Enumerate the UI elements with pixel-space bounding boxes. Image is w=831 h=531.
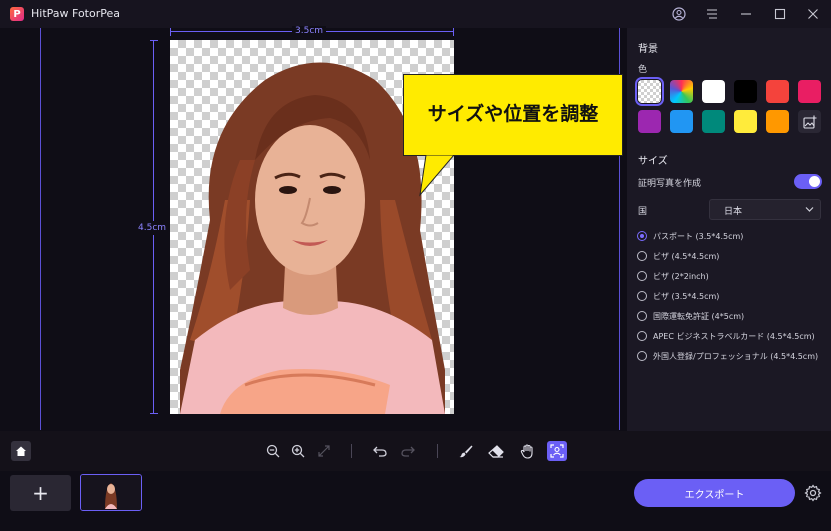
swatch-purple[interactable] bbox=[638, 110, 661, 133]
id-photo-toggle[interactable] bbox=[794, 174, 822, 189]
option-label-visa-4545: ビザ (4.5*4.5cm) bbox=[653, 252, 720, 261]
toolbar-separator bbox=[437, 444, 438, 458]
option-label-intl-license: 国際運転免許証 (4*5cm) bbox=[653, 312, 745, 321]
callout-box: サイズや位置を調整 bbox=[403, 74, 623, 156]
background-section-title: 背景 bbox=[638, 44, 658, 55]
redo-icon bbox=[401, 446, 415, 457]
menu-icon[interactable] bbox=[702, 4, 722, 24]
hand-tool-button[interactable] bbox=[517, 441, 537, 461]
zoom-in-button[interactable] bbox=[288, 441, 308, 461]
radio-intl-license[interactable] bbox=[637, 311, 647, 321]
add-image-icon bbox=[802, 115, 816, 129]
maximize-icon[interactable] bbox=[770, 4, 790, 24]
swatch-white[interactable] bbox=[702, 80, 725, 103]
swatch-pink[interactable] bbox=[798, 80, 821, 103]
gear-icon bbox=[804, 484, 822, 502]
plus-icon: + bbox=[32, 481, 49, 505]
option-label-visa-2inch: ビザ (2*2inch) bbox=[653, 272, 709, 281]
country-select[interactable]: 日本 bbox=[709, 199, 821, 220]
expand-icon bbox=[318, 445, 330, 457]
swatch-teal[interactable] bbox=[702, 110, 725, 133]
toolbar-separator bbox=[351, 444, 352, 458]
image-thumbnail[interactable] bbox=[80, 474, 142, 511]
zoom-in-icon bbox=[291, 444, 305, 458]
swatch-blue[interactable] bbox=[670, 110, 693, 133]
export-button[interactable]: エクスポート bbox=[634, 479, 795, 507]
radio-visa-3545[interactable] bbox=[637, 291, 647, 301]
country-value: 日本 bbox=[724, 207, 743, 217]
hand-icon bbox=[520, 443, 533, 459]
home-button[interactable] bbox=[11, 441, 31, 461]
country-label: 国 bbox=[638, 207, 648, 217]
swatch-red[interactable] bbox=[766, 80, 789, 103]
radio-visa-4545[interactable] bbox=[637, 251, 647, 261]
radio-passport[interactable] bbox=[637, 231, 647, 241]
brush-button[interactable] bbox=[456, 441, 476, 461]
zoom-out-button[interactable] bbox=[263, 441, 283, 461]
add-image-button[interactable]: + bbox=[10, 475, 71, 511]
undo-icon bbox=[373, 446, 387, 457]
app-logo-icon: P bbox=[10, 7, 24, 21]
radio-apec[interactable] bbox=[637, 331, 647, 341]
settings-button[interactable] bbox=[804, 484, 822, 502]
swatch-yellow[interactable] bbox=[734, 110, 757, 133]
swatch-image-picker[interactable] bbox=[798, 110, 821, 133]
option-label-passport: パスポート (3.5*4.5cm) bbox=[653, 232, 744, 241]
home-icon bbox=[16, 446, 26, 456]
undo-button[interactable] bbox=[370, 441, 390, 461]
eraser-icon bbox=[488, 444, 504, 458]
app-window: P HitPaw FotorPea 3.5cm 4.5cm サイズや位置を調整 … bbox=[0, 0, 831, 531]
width-dimension-label: 3.5cm bbox=[292, 26, 327, 36]
minimize-icon[interactable] bbox=[736, 4, 756, 24]
face-frame-icon bbox=[550, 444, 564, 458]
height-dimension-label: 4.5cm bbox=[138, 221, 167, 235]
radio-alien-registration[interactable] bbox=[637, 351, 647, 361]
size-section-title: サイズ bbox=[638, 156, 668, 167]
brush-icon bbox=[459, 445, 473, 458]
title-bar: P HitPaw FotorPea bbox=[0, 0, 831, 28]
thumbnail-preview bbox=[81, 475, 141, 510]
option-label-visa-3545: ビザ (3.5*4.5cm) bbox=[653, 292, 720, 301]
color-label: 色 bbox=[638, 65, 648, 75]
swatch-transparent[interactable] bbox=[635, 77, 664, 106]
swatch-custom-color[interactable] bbox=[670, 80, 693, 103]
callout-tail bbox=[419, 155, 455, 197]
option-label-alien-registration: 外国人登録/プロフェッショナル (4.5*4.5cm) bbox=[653, 352, 819, 361]
redo-button[interactable] bbox=[398, 441, 418, 461]
close-icon[interactable] bbox=[803, 4, 823, 24]
face-adjust-button[interactable] bbox=[547, 441, 567, 461]
swatch-black[interactable] bbox=[734, 80, 757, 103]
account-icon[interactable] bbox=[669, 4, 689, 24]
fit-screen-button[interactable] bbox=[314, 441, 334, 461]
swatch-orange[interactable] bbox=[766, 110, 789, 133]
callout-text: サイズや位置を調整 bbox=[427, 103, 599, 125]
chevron-down-icon bbox=[805, 207, 814, 212]
eraser-button[interactable] bbox=[486, 441, 506, 461]
id-photo-label: 証明写真を作成 bbox=[638, 179, 702, 189]
app-title: HitPaw FotorPea bbox=[31, 7, 120, 20]
option-label-apec: APEC ビジネストラベルカード (4.5*4.5cm) bbox=[653, 332, 815, 341]
radio-visa-2inch[interactable] bbox=[637, 271, 647, 281]
canvas-guide-left bbox=[40, 28, 41, 430]
zoom-out-icon bbox=[266, 444, 280, 458]
